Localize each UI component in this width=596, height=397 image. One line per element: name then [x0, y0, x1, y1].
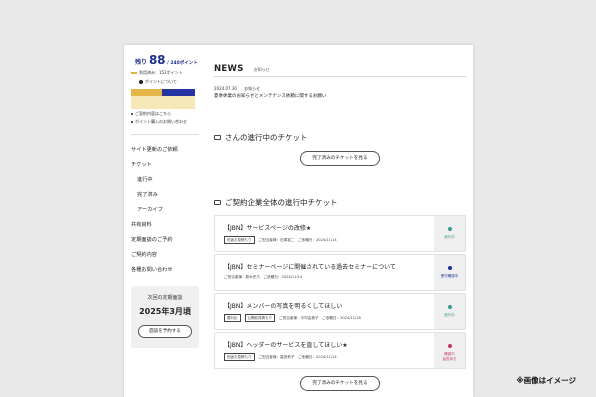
sidebar-nav-item[interactable]: 進行中 — [131, 173, 195, 188]
ticket-tag: 別途お見積もり — [224, 236, 255, 244]
news-date: 2024.07.30 — [214, 86, 237, 91]
news-meta: 2024.07.30 お知らせ — [214, 86, 260, 92]
company-completed-tickets-button[interactable]: 完了済みのチケットを見る — [300, 376, 380, 391]
ticket-tag: 要対応 — [224, 314, 241, 322]
points-remaining: 88 — [149, 53, 166, 67]
ticket-meta-text: ご担当者様：中村由美子 ご依頼日：2024/11/18 — [279, 315, 361, 320]
status-dot-icon — [447, 344, 452, 348]
ticket-title: 【JBN】ヘッダーのサービスを直してほしい★ — [224, 342, 348, 349]
news-divider — [214, 76, 466, 77]
points-prefix: 残り — [135, 59, 148, 66]
bullet-icon — [131, 113, 133, 115]
main-content: NEWS お知らせ 2024.07.30 お知らせ 夏季休業のお知らせとメンテナ… — [214, 45, 467, 397]
image-caption: ※画像はイメージ — [516, 376, 576, 385]
points-total: / 240ポイント — [167, 61, 198, 66]
ticket-status: 確認中 返答待ち — [434, 333, 465, 368]
purchase-note-link[interactable]: ポイント購入のお問い合わせ — [131, 119, 195, 125]
purchase-note-label: ポイント購入のお問い合わせ — [135, 119, 187, 124]
contract-note-link[interactable]: ご契約内容はこちら — [131, 111, 195, 117]
meeting-box: 次回の定期面談 2025年3月頃 面談を予約する — [131, 286, 199, 348]
ticket-meta: 別途お見積もり ご担当者様：高田莉子 ご依頼日：2024/11/14 — [224, 353, 337, 361]
app-window: 残り 88 / 240ポイント 利用済み：152ポイント ポイントについて ご契… — [124, 45, 473, 397]
sidebar-nav-item[interactable]: サイト更新のご依頼 — [131, 143, 195, 158]
bullet-icon — [131, 121, 133, 123]
points-used: 利用済み：152ポイント — [139, 70, 183, 75]
news-header: NEWS お知らせ — [214, 64, 270, 74]
sidebar-nav-item[interactable]: 定期面談のご予約 — [131, 233, 195, 248]
meeting-label: 次回の定期面談 — [147, 295, 183, 301]
ticket-meta: ご担当者様：原木史乃 ご依頼日：2024/11/14 — [224, 275, 302, 280]
news-title: NEWS — [214, 64, 244, 74]
status-dot-icon — [447, 266, 452, 270]
used-legend-icon — [131, 72, 137, 74]
ticket-status: 受付確認中 — [434, 255, 465, 290]
ticket-meta-text: ご担当者様：高田莉子 ご依頼日：2024/11/14 — [258, 354, 337, 359]
my-tickets-title-text: さんの進行中のチケット — [225, 133, 308, 142]
status-dot-icon — [447, 227, 452, 231]
ticket-meta-text: ご担当者様：原木史乃 ご依頼日：2024/11/14 — [224, 275, 303, 279]
news-item-link[interactable]: 夏季休業のお知らせとメンテナンス依頼に関するお願い — [214, 93, 326, 99]
sidebar-nav-item[interactable]: チケット — [131, 158, 195, 173]
points-about-link[interactable]: ポイントについて — [139, 79, 195, 85]
ticket-card[interactable]: 【JBN】メンバーの写真を明るくしてほしい 要対応 公開前見積もり ご担当者様：中村由… — [214, 293, 466, 330]
sidebar-nav-item[interactable]: アーカイブ — [131, 203, 195, 218]
ticket-title: 【JBN】サービスページの改修★ — [224, 225, 312, 232]
ticket-meta: 要対応 公開前見積もり ご担当者様：中村由美子 ご依頼日：2024/11/18 — [224, 314, 361, 322]
info-icon — [139, 80, 143, 84]
points-used-fill — [131, 89, 162, 96]
sidebar-nav-item[interactable]: 各種お問い合わせ — [131, 263, 195, 278]
ticket-card[interactable]: 【JBN】セミナーページに開催されている過去セミナーについて ご担当者様：原木史乃… — [214, 254, 466, 291]
sidebar-nav-item[interactable]: 完了済み — [131, 188, 195, 203]
ticket-card[interactable]: 【JBN】サービスページの改修★ 別途お見積もり ご担当者様：石塚富二 ご依頼日：2… — [214, 215, 466, 252]
status-label: 進行中 — [444, 235, 455, 239]
points-remaining-fill — [161, 89, 195, 96]
ticket-title: 【JBN】メンバーの写真を明るくしてほしい — [224, 303, 343, 310]
ticket-icon — [214, 135, 221, 140]
contract-note-label: ご契約内容はこちら — [135, 111, 171, 116]
my-tickets-title: さんの進行中のチケット — [214, 132, 308, 143]
sidebar-nav-item[interactable]: 共有資料 — [131, 218, 195, 233]
company-tickets-title-text: ご契約企業全体の進行中チケット — [225, 198, 338, 207]
my-completed-tickets-button[interactable]: 完了済みのチケットを見る — [300, 151, 380, 166]
ticket-card[interactable]: 【JBN】ヘッダーのサービスを直してほしい★ 別途お見積もり ご担当者様：高田莉子 … — [214, 332, 466, 369]
ticket-title: 【JBN】セミナーページに開催されている過去セミナーについて — [224, 264, 396, 271]
status-label: 受付確認中 — [440, 274, 459, 278]
points-purchase-bar — [131, 96, 195, 109]
sidebar-nav-item[interactable]: ご契約内容 — [131, 248, 195, 263]
sidebar-divider — [131, 134, 199, 135]
ticket-status: 進行中 — [434, 216, 465, 251]
ticket-status: 進行中 — [434, 294, 465, 329]
ticket-icon — [214, 200, 221, 205]
company-tickets-title: ご契約企業全体の進行中チケット — [214, 197, 338, 208]
news-subtitle: お知らせ — [253, 67, 270, 72]
ticket-tag: 公開前見積もり — [244, 314, 275, 322]
points-summary: 残り 88 / 240ポイント — [131, 53, 198, 67]
ticket-meta-text: ご担当者様：石塚富二 ご依頼日：2024/11/14 — [258, 237, 337, 242]
news-category: お知らせ — [244, 86, 261, 91]
book-meeting-button[interactable]: 面談を予約する — [138, 325, 192, 338]
sidebar-nav: サイト更新のご依頼 チケット 進行中 完了済み アーカイブ 共有資料 定期面談のご予約 ご契約… — [131, 143, 195, 278]
status-label: 進行中 — [444, 313, 455, 317]
points-about-label: ポイントについて — [145, 79, 177, 84]
sidebar: 残り 88 / 240ポイント 利用済み：152ポイント ポイントについて ご契… — [124, 45, 202, 397]
points-progress-bar — [131, 89, 195, 96]
status-dot-icon — [447, 305, 452, 309]
ticket-meta: 別途お見積もり ご担当者様：石塚富二 ご依頼日：2024/11/14 — [224, 236, 337, 244]
meeting-date: 2025年3月頃 — [139, 307, 191, 316]
points-used-line: 利用済み：152ポイント — [131, 70, 195, 76]
ticket-tag: 別途お見積もり — [224, 353, 255, 361]
status-label: 確認中 返答待ち — [442, 352, 457, 361]
